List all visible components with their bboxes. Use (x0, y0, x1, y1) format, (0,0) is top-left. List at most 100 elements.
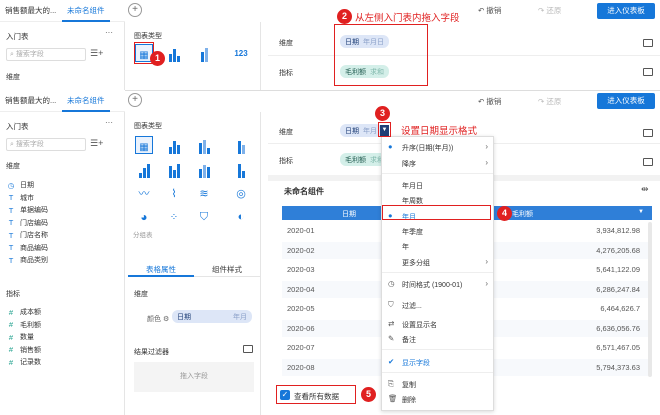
dimension-field-item[interactable]: T 商品类别 (6, 254, 116, 267)
component-expand-icon[interactable]: ⇹ (641, 184, 649, 195)
add-component-icon[interactable]: + (128, 93, 142, 107)
field-name: 门店编码 (20, 219, 48, 227)
color-date-chip[interactable]: 日期 年月 (172, 310, 252, 323)
menu-item-label: 年月日 (402, 183, 423, 190)
radar-icon[interactable]: ◎ (232, 184, 250, 202)
back-redo[interactable]: ↷ 还原 (538, 5, 561, 16)
menu-item[interactable]: 降序 › (381, 157, 494, 170)
back-bar2-icon[interactable] (195, 44, 213, 62)
filter-drop-zone[interactable]: 拖入字段 (134, 362, 254, 392)
back-search-input[interactable]: ⌕ 搜索字段 (6, 48, 86, 61)
annotation-badge-4: 4 (497, 206, 512, 221)
left-table-title: 入门表 (6, 122, 29, 131)
tab-table-attributes[interactable]: 表格属性 (146, 264, 176, 275)
menu-item[interactable]: ◷ 时间格式 (1900-01) › (381, 278, 494, 291)
bar-chart-icon[interactable] (165, 136, 183, 154)
back-enter-dashboard[interactable]: 进入仪表板 (597, 3, 655, 19)
column3-chart-icon[interactable] (195, 160, 213, 178)
highlight-dropdown-arrow (378, 122, 391, 137)
metric-field-item[interactable]: # 成本额 (6, 306, 116, 319)
annotation-badge-3: 3 (375, 106, 390, 121)
group-table-label: 分组表 (133, 232, 153, 239)
back-sort-icon[interactable]: ☰+ (90, 48, 103, 59)
menu-item[interactable]: ⇄ 设置显示名 (381, 318, 494, 331)
gauge-icon[interactable]: ◐ (232, 208, 250, 226)
dimension-field-item[interactable]: T 商品编码 (6, 242, 116, 255)
menu-item-label: 显示字段 (402, 360, 430, 367)
date-field-chip[interactable]: 日期 年月 (340, 124, 382, 137)
back-bar-icon[interactable] (165, 44, 183, 62)
multi-line-icon[interactable]: ≋ (195, 184, 213, 202)
delete-icon: 🗑 (388, 394, 398, 403)
sort-add-icon[interactable]: ☰+ (90, 138, 103, 149)
back-dim-label: 维度 (6, 74, 20, 81)
metric-field-item[interactable]: # 记录数 (6, 356, 116, 369)
left-more-icon[interactable]: ··· (105, 118, 113, 127)
scatter-icon[interactable]: ⁘ (165, 208, 183, 226)
table-header-metric[interactable]: 毛利额 ▼ (494, 206, 652, 220)
dimension-field-item[interactable]: T 城市 (6, 192, 116, 205)
menu-item[interactable]: ✎ 备注 (381, 333, 494, 346)
back-undo[interactable]: ↶ 撤销 (478, 5, 501, 16)
metric-field-item[interactable]: # 销售额 (6, 344, 116, 357)
field-name: 记录数 (20, 359, 41, 367)
date-cell: 2020-03 (287, 265, 315, 274)
metric-field-item[interactable]: # 毛利额 (6, 319, 116, 332)
back-more-icon[interactable]: ··· (105, 28, 113, 37)
grouped-bar-icon[interactable] (195, 136, 213, 154)
tab-component-style[interactable]: 组件样式 (212, 264, 242, 275)
tab-unnamed-component[interactable]: 未命名组件 (62, 90, 110, 112)
column2-chart-icon[interactable] (165, 160, 183, 178)
dimension-lock-icon[interactable] (643, 129, 653, 137)
table-chart-icon[interactable]: ▦ (135, 136, 153, 154)
pie-chart-icon[interactable]: ◕ (135, 208, 153, 226)
undo-button[interactable]: ↶ 撤销 (478, 96, 501, 107)
area-line-icon[interactable]: ⌇ (165, 184, 183, 202)
dimension-field-item[interactable]: T 门店名称 (6, 229, 116, 242)
menu-item[interactable]: 🗑 删除 (381, 393, 494, 406)
number-type-icon: # (8, 320, 14, 330)
date-cell: 2020-06 (287, 323, 315, 333)
dimension-field-item[interactable]: ◷ 日期 (6, 179, 116, 192)
column4-chart-icon[interactable] (232, 160, 250, 178)
table-scrollbar[interactable] (648, 222, 652, 377)
date-cell: 2020-07 (287, 343, 315, 352)
back-left-title: 入门表 (6, 32, 29, 41)
redo-button[interactable]: ↷ 还原 (538, 96, 561, 107)
menu-item[interactable]: 年月日 (381, 179, 494, 192)
menu-item[interactable]: ✔ 显示字段 (381, 356, 494, 369)
funnel-icon[interactable]: ⛉ (195, 208, 213, 226)
metric-field-item[interactable]: # 数量 (6, 331, 116, 344)
value-cell: 6,464,626.7 (600, 304, 640, 313)
dimension-field-item[interactable]: T 门店编码 (6, 217, 116, 230)
enter-dashboard-button[interactable]: 进入仪表板 (597, 93, 655, 109)
dimension-field-item[interactable]: T 单据编码 (6, 204, 116, 217)
menu-item[interactable]: 年季度 (381, 225, 494, 238)
back-tab-2[interactable]: 未命名组件 (62, 0, 110, 22)
menu-item[interactable]: ⎘ 复制 (381, 378, 494, 391)
line-chart-icon[interactable]: 〰 (135, 184, 153, 202)
menu-item-label: 升序(日期(年月)) (402, 145, 454, 152)
field-name: 门店名称 (20, 232, 48, 240)
field-name: 城市 (20, 194, 34, 202)
stacked-bar-icon[interactable] (232, 136, 250, 154)
tab-sales-max[interactable]: 销售额最大的... (0, 90, 62, 112)
chevron-right-icon: › (485, 279, 488, 288)
menu-item[interactable]: 年 (381, 240, 494, 253)
back-lock-icon-2[interactable] (643, 68, 653, 76)
back-tab-1[interactable]: 销售额最大的... (0, 0, 62, 22)
back-add-icon[interactable]: + (128, 3, 142, 17)
field-name: 日期 (20, 182, 34, 190)
menu-item[interactable]: 更多分组 › (381, 256, 494, 269)
back-lock-icon-1[interactable] (643, 39, 653, 47)
menu-item[interactable]: ⛉ 过滤... (381, 299, 494, 312)
dimension-section-label: 维度 (6, 163, 20, 170)
menu-item[interactable]: ● 升序(日期(年月)) › (381, 141, 494, 154)
filter-print-icon[interactable] (243, 345, 253, 353)
column-chart-icon[interactable] (135, 160, 153, 178)
back-kpi-icon[interactable]: 123 (232, 44, 250, 62)
metric-lock-icon[interactable] (643, 158, 653, 166)
date-cell: 2020-02 (287, 245, 315, 255)
header-dropdown-icon[interactable]: ▼ (638, 209, 644, 215)
field-search-input[interactable]: ⌕ 搜索字段 (6, 138, 86, 151)
